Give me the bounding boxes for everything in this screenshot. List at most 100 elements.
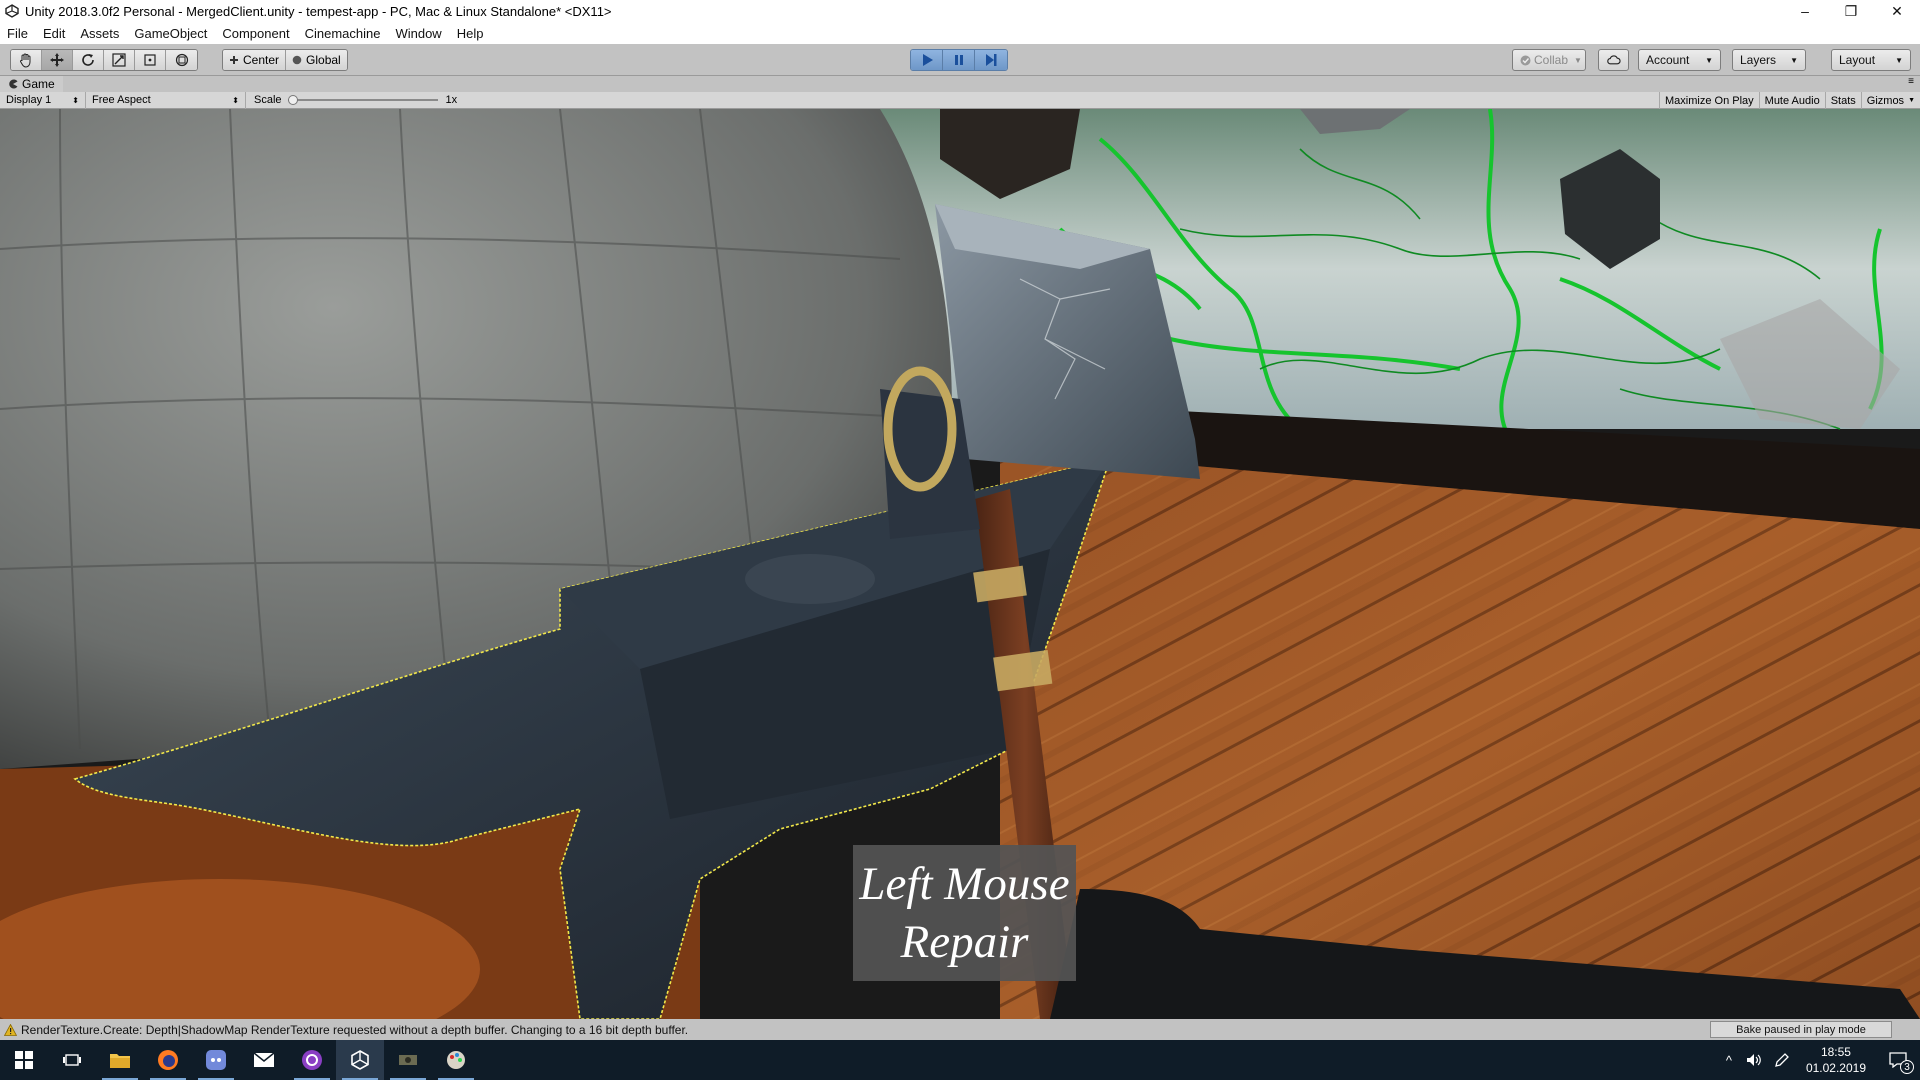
layout-label: Layout [1839,53,1876,67]
rotate-icon [82,54,94,66]
layers-dropdown[interactable]: Layers ▼ [1732,49,1806,71]
gizmos-label: Gizmos [1866,94,1905,107]
prompt-action-name: Repair [900,916,1029,968]
game-view-bar: Display 1 ⬍ Free Aspect ⬍ Scale 1x Maxim… [0,91,1920,109]
media-app-icon [302,1050,322,1070]
game-tab-header: Game ≡ [0,76,1920,92]
repair-prompt: Left Mouse Repair [853,845,1076,981]
transform-tool-button[interactable] [166,50,197,70]
menu-file[interactable]: File [0,26,36,41]
palette-icon [447,1051,465,1069]
menu-edit[interactable]: Edit [36,26,73,41]
title-bar: Unity 2018.3.0f2 Personal - MergedClient… [0,0,1920,22]
chevron-down-icon: ▼ [1895,55,1903,65]
notification-center-button[interactable]: 3 [1876,1040,1920,1080]
firefox-icon [158,1050,178,1070]
menu-window[interactable]: Window [388,26,449,41]
menu-gameobject[interactable]: GameObject [127,26,215,41]
taskbar-firefox[interactable] [144,1040,192,1080]
play-button[interactable] [911,50,943,70]
game-viewport[interactable]: Left Mouse Repair [0,109,1920,1019]
pause-button[interactable] [943,50,975,70]
discord-icon [206,1050,226,1070]
slider-track [287,99,438,101]
layout-dropdown[interactable]: Layout ▼ [1831,49,1911,71]
layers-label: Layers [1740,53,1777,67]
mute-audio-toggle[interactable]: Mute Audio [1758,92,1825,109]
tray-overflow-icon[interactable]: ^ [1726,1053,1732,1068]
unity-logo-icon [5,4,19,18]
scale-control: Scale 1x [246,92,457,109]
clock[interactable]: 18:55 01.02.2019 [1806,1044,1866,1076]
taskbar-unity[interactable] [336,1040,384,1080]
mail-icon [253,1052,275,1067]
menu-assets[interactable]: Assets [73,26,127,41]
account-dropdown[interactable]: Account ▼ [1638,49,1721,71]
pivot-space-label: Global [306,53,341,67]
rotate-tool-button[interactable] [73,50,104,70]
gizmos-dropdown[interactable]: Gizmos ▼ [1860,92,1920,109]
check-icon [1520,55,1531,65]
hand-tool-button[interactable] [11,50,42,70]
chevron-down-icon: ▼ [1790,55,1798,65]
rect-tool-button[interactable] [135,50,166,70]
step-button[interactable] [975,50,1007,70]
menu-help[interactable]: Help [450,26,492,41]
move-tool-button[interactable] [42,50,73,70]
stats-toggle[interactable]: Stats [1824,92,1861,109]
rect-icon [144,54,156,66]
aspect-dropdown[interactable]: Free Aspect ⬍ [86,91,246,109]
task-view-icon [63,1054,81,1066]
scale-slider[interactable] [287,95,438,105]
taskbar-discord[interactable] [192,1040,240,1080]
menu-cinemachine[interactable]: Cinemachine [298,26,389,41]
scale-icon [112,53,126,67]
windows-logo-icon [15,1051,33,1069]
collab-label: Collab [1534,53,1569,67]
unity-icon [351,1050,369,1070]
main-toolbar: Center Global Collab ▼ Account ▼ Layers … [0,44,1920,76]
menu-bar: File Edit Assets GameObject Component Ci… [0,22,1920,44]
globe-icon [292,55,302,65]
taskbar-game-app[interactable] [384,1040,432,1080]
volume-icon[interactable] [1746,1053,1762,1067]
pen-icon[interactable] [1774,1052,1790,1068]
slider-thumb[interactable] [287,95,298,105]
taskbar-mail[interactable] [240,1040,288,1080]
updown-icon: ⬍ [72,95,79,105]
close-button[interactable]: ✕ [1874,0,1920,22]
notification-count-badge: 3 [1900,1060,1914,1074]
menu-component[interactable]: Component [215,26,297,41]
cloud-icon [1607,55,1621,65]
console-status-bar[interactable]: RenderTexture.Create: Depth|ShadowMap Re… [0,1019,1920,1040]
system-tray: ^ 18:55 01.02.2019 3 [1718,1040,1920,1080]
display-dropdown[interactable]: Display 1 ⬍ [0,91,86,109]
taskbar-file-explorer[interactable] [96,1040,144,1080]
collab-button[interactable]: Collab ▼ [1512,49,1586,71]
start-button[interactable] [0,1040,48,1080]
windows-taskbar: ^ 18:55 01.02.2019 3 [0,1040,1920,1080]
scale-tool-button[interactable] [104,50,135,70]
task-view-button[interactable] [48,1040,96,1080]
window-title: Unity 2018.3.0f2 Personal - MergedClient… [25,3,612,19]
scale-label: Scale [254,94,282,106]
display-label: Display 1 [6,94,52,106]
tab-game[interactable]: Game [0,76,63,92]
pacman-icon [9,79,18,89]
panel-menu-icon[interactable]: ≡ [1908,76,1914,87]
step-icon [986,54,997,66]
transform-tools [10,49,198,71]
pivot-space-button[interactable]: Global [286,50,347,70]
taskbar-paint-app[interactable] [432,1040,480,1080]
maximize-on-play-toggle[interactable]: Maximize On Play [1659,92,1759,109]
pause-icon [954,55,963,65]
restore-button[interactable]: ❐ [1828,0,1874,22]
clock-date: 01.02.2019 [1805,1061,1866,1075]
playback-controls [910,49,1008,71]
warning-icon [4,1023,17,1036]
taskbar-media-app[interactable] [288,1040,336,1080]
clock-time: 18:55 [1820,1045,1851,1059]
cloud-button[interactable] [1598,49,1629,71]
pivot-mode-button[interactable]: Center [223,50,287,70]
minimize-button[interactable]: – [1782,0,1828,22]
